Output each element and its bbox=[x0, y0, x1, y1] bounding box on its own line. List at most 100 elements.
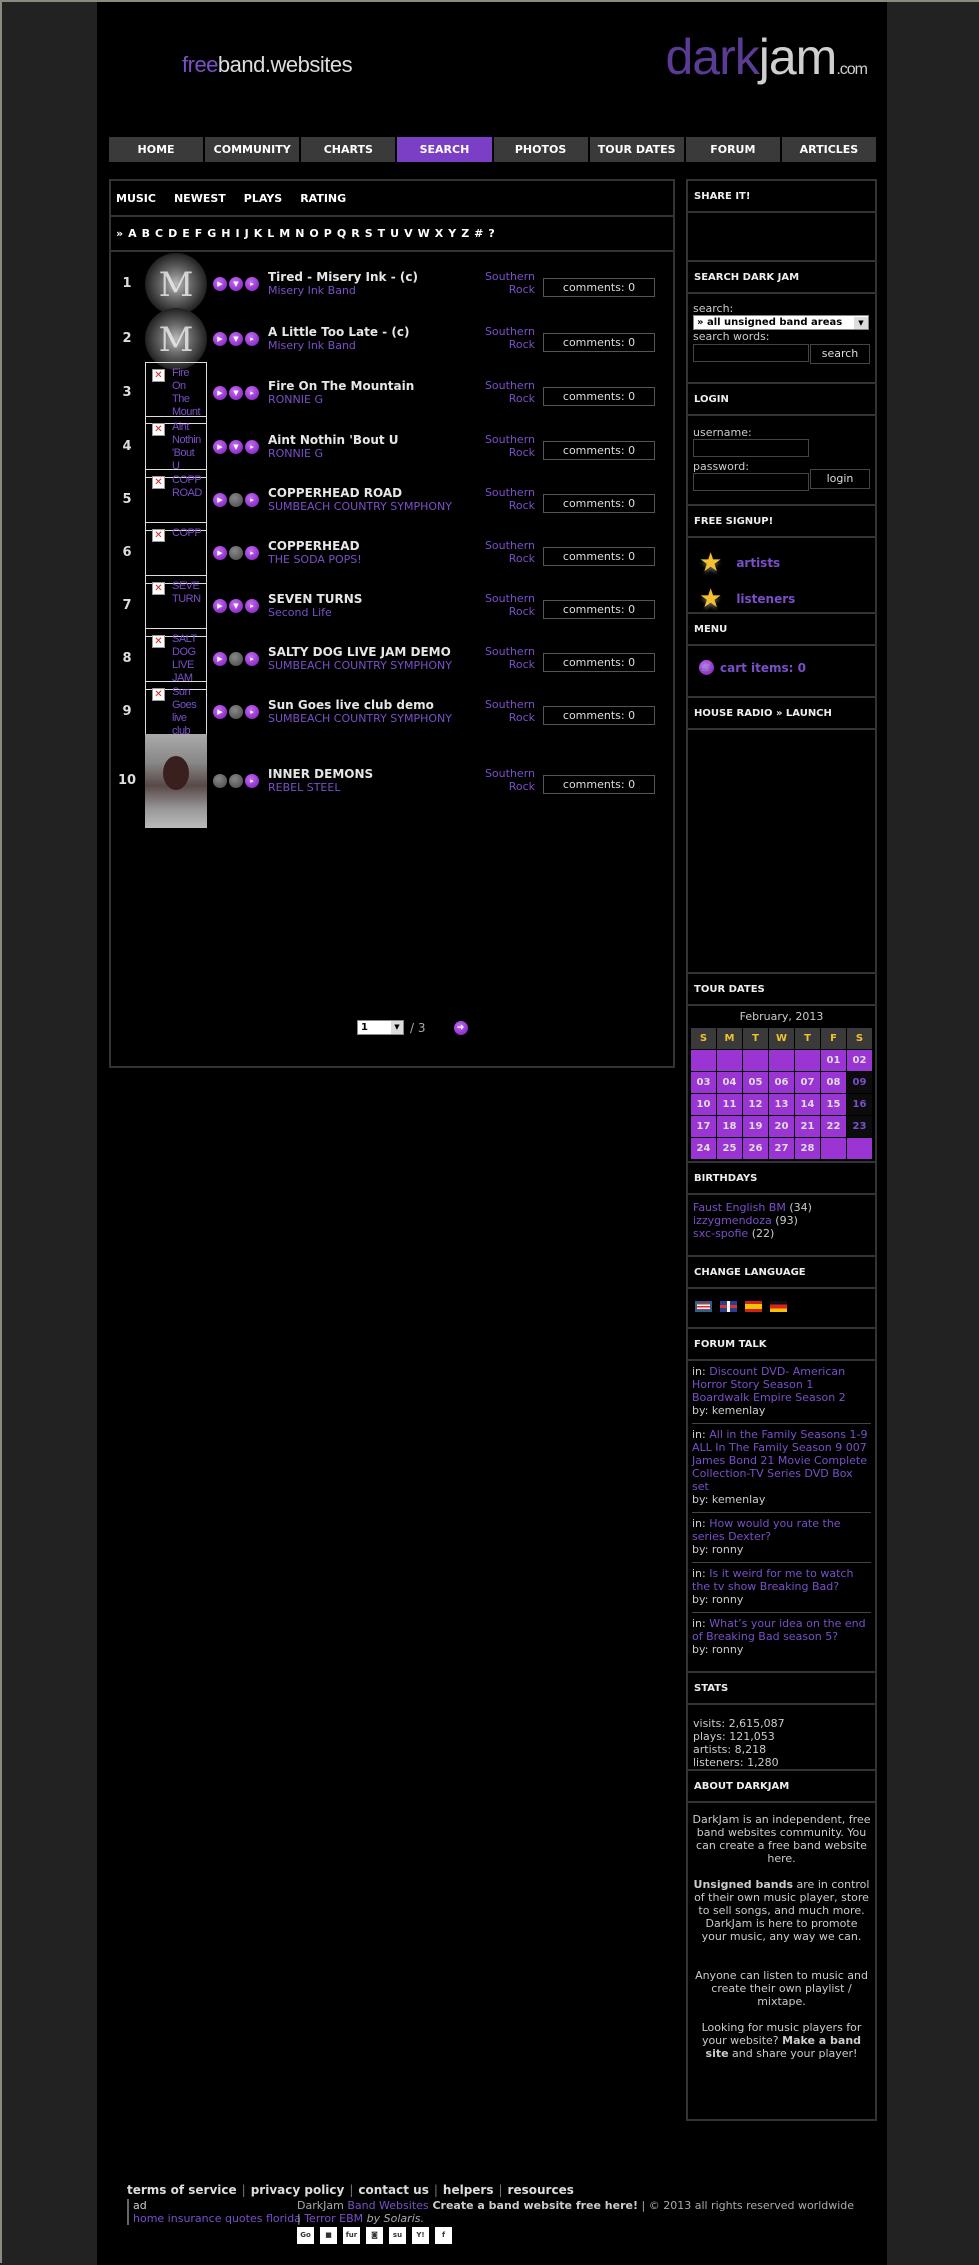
letter-filter[interactable]: N bbox=[295, 227, 304, 240]
calendar-day[interactable]: 04 bbox=[717, 1072, 742, 1093]
birthday-user-link[interactable]: izzygmendoza bbox=[693, 1214, 772, 1227]
forum-topic-link[interactable]: How would you rate the series Dexter? bbox=[692, 1517, 841, 1543]
add-to-playlist-button[interactable]: ▼ bbox=[229, 332, 243, 346]
forum-topic-link[interactable]: All in the Family Seasons 1-9 ALL In The… bbox=[692, 1428, 867, 1493]
search-button[interactable]: search bbox=[810, 344, 870, 364]
calendar-day[interactable]: 19 bbox=[743, 1116, 768, 1137]
letter-filter[interactable]: Y bbox=[448, 227, 456, 240]
tab-rating[interactable]: RATING bbox=[300, 192, 346, 205]
song-title[interactable]: A Little Too Late - (c) bbox=[268, 325, 409, 339]
letter-filter[interactable]: T bbox=[378, 227, 386, 240]
letter-filter[interactable]: D bbox=[168, 227, 177, 240]
song-title[interactable]: INNER DEMONS bbox=[268, 767, 373, 781]
genre-link[interactable]: Southern Rock bbox=[461, 325, 535, 351]
play-button[interactable]: ▶ bbox=[213, 440, 227, 454]
footer-link-contact-us[interactable]: contact us bbox=[358, 2183, 428, 2197]
facebook-icon[interactable]: f bbox=[435, 2227, 452, 2244]
username-input[interactable] bbox=[693, 439, 809, 457]
signup-artists-link[interactable]: artists bbox=[736, 556, 780, 570]
calendar-day[interactable]: 24 bbox=[691, 1138, 716, 1159]
footer-link-terms-of-service[interactable]: terms of service bbox=[127, 2183, 237, 2197]
calendar-day[interactable]: 23 bbox=[847, 1116, 872, 1137]
song-title[interactable]: Tired - Misery Ink - (c) bbox=[268, 270, 418, 284]
stumbleupon-icon[interactable]: su bbox=[389, 2227, 406, 2244]
queue-button[interactable]: ▸ bbox=[245, 599, 259, 613]
letter-filter[interactable]: F bbox=[195, 227, 203, 240]
letter-filter[interactable]: G bbox=[207, 227, 216, 240]
artist-link[interactable]: RONNIE G bbox=[268, 393, 414, 406]
play-button[interactable]: ▶ bbox=[213, 277, 227, 291]
calendar-day[interactable]: 06 bbox=[769, 1072, 794, 1093]
comments-button[interactable]: comments: 0 bbox=[543, 333, 655, 352]
flag-german-icon[interactable] bbox=[770, 1301, 787, 1312]
flag-spanish-icon[interactable] bbox=[745, 1301, 762, 1312]
queue-button[interactable]: ▸ bbox=[245, 386, 259, 400]
logo-freebandwebsites[interactable]: freeband.websites bbox=[182, 52, 353, 78]
yahoo-icon[interactable]: Y! bbox=[412, 2227, 429, 2244]
letter-filter[interactable]: R bbox=[351, 227, 359, 240]
genre-link[interactable]: Southern Rock bbox=[461, 539, 535, 565]
signup-listeners[interactable]: ★ listeners bbox=[699, 586, 870, 612]
password-input[interactable] bbox=[693, 473, 809, 491]
artist-link[interactable]: Misery Ink Band bbox=[268, 284, 418, 297]
queue-button[interactable]: ▸ bbox=[245, 546, 259, 560]
song-title[interactable]: Fire On The Mountain bbox=[268, 379, 414, 393]
calendar-day[interactable]: 22 bbox=[821, 1116, 846, 1137]
calendar-day[interactable]: 11 bbox=[717, 1094, 742, 1115]
letter-filter[interactable]: # bbox=[474, 227, 483, 240]
letter-filter[interactable]: A bbox=[128, 227, 137, 240]
login-button[interactable]: login bbox=[810, 469, 870, 489]
nav-tour-dates[interactable]: TOUR DATES bbox=[589, 137, 684, 162]
calendar-day[interactable]: 18 bbox=[717, 1116, 742, 1137]
queue-button[interactable]: ▸ bbox=[245, 440, 259, 454]
artist-link[interactable]: Misery Ink Band bbox=[268, 339, 409, 352]
logo-darkjam[interactable]: darkjam.com bbox=[665, 32, 868, 82]
queue-button[interactable]: ▸ bbox=[245, 277, 259, 291]
play-button[interactable]: ▶ bbox=[213, 493, 227, 507]
footer-link-helpers[interactable]: helpers bbox=[443, 2183, 494, 2197]
artist-link[interactable]: SUMBEACH COUNTRY SYMPHONY bbox=[268, 659, 452, 672]
queue-button[interactable]: ▸ bbox=[245, 493, 259, 507]
queue-button[interactable]: ▸ bbox=[245, 774, 259, 788]
letter-filter[interactable]: X bbox=[435, 227, 443, 240]
calendar-day[interactable]: 25 bbox=[717, 1138, 742, 1159]
comments-button[interactable]: comments: 0 bbox=[543, 653, 655, 672]
nav-articles[interactable]: ARTICLES bbox=[781, 137, 876, 162]
create-band-website-link[interactable]: Create a band website free here! bbox=[429, 2199, 638, 2212]
genre-link[interactable]: Southern Rock bbox=[461, 433, 535, 459]
song-title[interactable]: SEVEN TURNS bbox=[268, 592, 362, 606]
letter-filter[interactable]: W bbox=[418, 227, 430, 240]
letter-filter[interactable]: H bbox=[221, 227, 230, 240]
letter-filter[interactable]: V bbox=[404, 227, 413, 240]
calendar-day[interactable]: 05 bbox=[743, 1072, 768, 1093]
letter-filter[interactable]: I bbox=[236, 227, 240, 240]
flag-english-uk-icon[interactable] bbox=[720, 1301, 737, 1312]
comments-button[interactable]: comments: 0 bbox=[543, 706, 655, 725]
calendar-day[interactable]: 12 bbox=[743, 1094, 768, 1115]
calendar-day[interactable]: 16 bbox=[847, 1094, 872, 1115]
genre-link[interactable]: Southern Rock bbox=[461, 379, 535, 405]
birthday-user-link[interactable]: sxc-spofie bbox=[693, 1227, 748, 1240]
comments-button[interactable]: comments: 0 bbox=[543, 775, 655, 794]
footer-link-privacy-policy[interactable]: privacy policy bbox=[251, 2183, 345, 2197]
genre-link[interactable]: Southern Rock bbox=[461, 486, 535, 512]
song-thumbnail[interactable] bbox=[145, 308, 207, 370]
song-thumbnail[interactable]: ✕ Fire On The Mount bbox=[145, 362, 207, 424]
artist-link[interactable]: REBEL STEEL bbox=[268, 781, 373, 794]
signup-artists[interactable]: ★ artists bbox=[699, 550, 870, 576]
cart-link[interactable]: cart items: 0 bbox=[720, 661, 806, 675]
nav-community[interactable]: COMMUNITY bbox=[205, 137, 300, 162]
add-to-playlist-button[interactable]: ▼ bbox=[229, 599, 243, 613]
comments-button[interactable]: comments: 0 bbox=[543, 278, 655, 297]
letter-filter[interactable]: J bbox=[245, 227, 249, 240]
play-button[interactable]: ▶ bbox=[213, 546, 227, 560]
nav-home[interactable]: HOME bbox=[109, 137, 204, 162]
genre-link[interactable]: Southern Rock bbox=[461, 645, 535, 671]
letter-filter[interactable]: U bbox=[390, 227, 399, 240]
search-area-select[interactable]: » all unsigned band areas ▼ bbox=[693, 315, 869, 330]
calendar-day[interactable]: 08 bbox=[821, 1072, 846, 1093]
nav-search[interactable]: SEARCH bbox=[397, 137, 492, 162]
nav-charts[interactable]: CHARTS bbox=[301, 137, 396, 162]
delicious-icon[interactable]: ■ bbox=[320, 2227, 337, 2244]
comments-button[interactable]: comments: 0 bbox=[543, 600, 655, 619]
